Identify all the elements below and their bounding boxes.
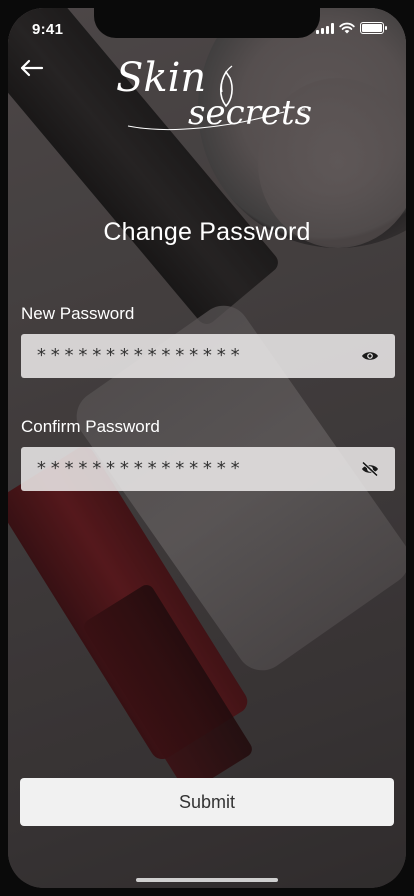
battery-icon (360, 22, 387, 34)
submit-button[interactable]: Submit (20, 778, 394, 826)
status-icons (316, 22, 387, 34)
status-time: 9:41 (32, 21, 64, 38)
device-notch (94, 8, 320, 38)
back-arrow-icon[interactable] (18, 58, 44, 78)
phone-frame: 9:41 Skin secrets ™ Change Password New … (0, 0, 414, 896)
confirm-password-field[interactable]: *************** (21, 447, 395, 491)
cellular-signal-icon (316, 22, 334, 34)
new-password-label: New Password (21, 304, 135, 323)
confirm-password-value: *************** (36, 458, 244, 479)
wifi-icon (339, 22, 355, 34)
logo-word-skin: Skin (116, 55, 207, 101)
brand-logo: Skin secrets ™ (108, 52, 312, 142)
page-title: Change Password (103, 218, 311, 246)
home-indicator (136, 878, 278, 882)
eye-icon[interactable] (361, 348, 379, 364)
eye-off-icon[interactable] (361, 461, 379, 477)
status-bar: 9:41 (8, 8, 406, 52)
new-password-value: *************** (36, 345, 244, 366)
logo-word-secrets: secrets (188, 93, 313, 133)
logo-trademark: ™ (298, 108, 305, 115)
confirm-password-label: Confirm Password (21, 417, 160, 436)
app-screen: 9:41 Skin secrets ™ Change Password New … (8, 8, 406, 888)
new-password-field[interactable]: *************** (21, 334, 395, 378)
